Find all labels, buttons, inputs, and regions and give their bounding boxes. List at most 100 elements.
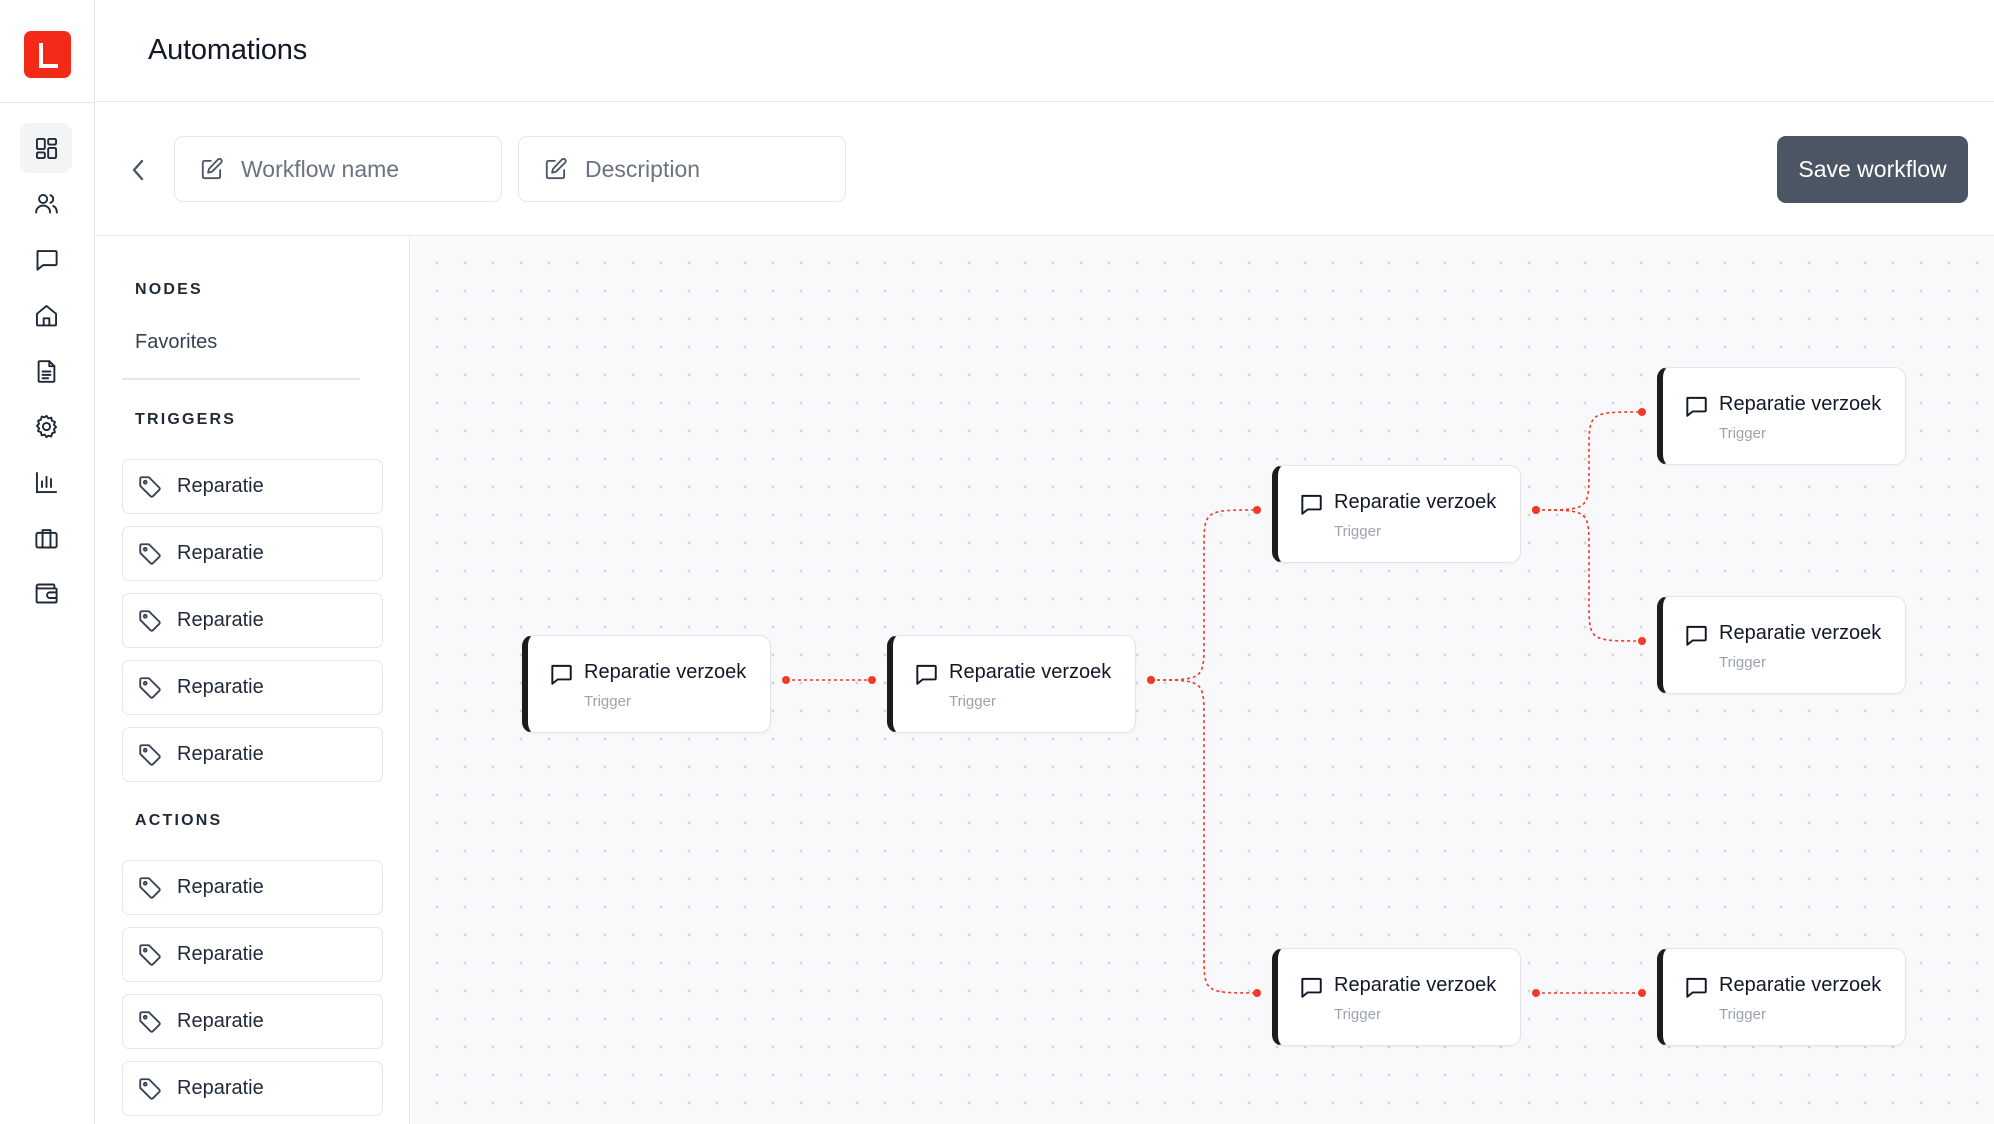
workflow-edge[interactable] xyxy=(1535,509,1643,642)
sidebar-item-users[interactable] xyxy=(20,178,72,228)
palette-item-label: Reparatie xyxy=(177,542,264,564)
workflow-node[interactable]: Reparatie verzoek Trigger xyxy=(887,635,1136,733)
wallet-icon xyxy=(35,583,58,603)
workflow-node[interactable]: Reparatie verzoek Trigger xyxy=(522,635,771,733)
trigger-item[interactable]: Reparatie xyxy=(122,459,383,514)
palette-item-label: Reparatie xyxy=(177,475,264,497)
sidebar-divider xyxy=(0,102,95,103)
chat-bubble-icon xyxy=(1301,977,1322,998)
sidebar-item-messages[interactable] xyxy=(20,234,72,284)
workflow-name-input[interactable] xyxy=(241,155,491,183)
workflow-node[interactable]: Reparatie verzoek Trigger xyxy=(1657,948,1906,1046)
edge-port-dot[interactable] xyxy=(1253,506,1261,514)
home-icon xyxy=(35,304,57,326)
node-subtitle: Trigger xyxy=(1334,1006,1381,1023)
node-subtitle: Trigger xyxy=(1719,1006,1766,1023)
edge-port-dot[interactable] xyxy=(868,676,876,684)
icon-sidebar xyxy=(0,0,95,1124)
description-field[interactable] xyxy=(518,136,846,202)
palette-item-label: Reparatie xyxy=(177,1077,264,1099)
chat-bubble-icon xyxy=(1686,396,1707,417)
nodes-section-title: NODES xyxy=(135,281,203,298)
bar-chart-icon xyxy=(35,471,57,493)
trigger-item[interactable]: Reparatie xyxy=(122,593,383,648)
edit-pencil-icon xyxy=(545,157,567,180)
workflow-node[interactable]: Reparatie verzoek Trigger xyxy=(1657,596,1906,694)
workflow-edge[interactable] xyxy=(1150,509,1258,681)
palette-item-label: Reparatie xyxy=(177,609,264,631)
action-item[interactable]: Reparatie xyxy=(122,994,383,1049)
palette-divider xyxy=(122,378,360,380)
favorites-link[interactable]: Favorites xyxy=(135,331,217,354)
gear-icon xyxy=(35,414,57,438)
edge-port-dot[interactable] xyxy=(1147,676,1155,684)
edge-port-dot[interactable] xyxy=(1638,989,1646,997)
workflow-node[interactable]: Reparatie verzoek Trigger xyxy=(1657,367,1906,465)
tag-icon xyxy=(139,676,161,699)
sidebar-item-jobs[interactable] xyxy=(20,513,72,563)
triggers-section-title: TRIGGERS xyxy=(135,411,237,428)
tag-icon xyxy=(139,542,161,565)
workflow-edge[interactable] xyxy=(1535,411,1643,511)
trigger-item[interactable]: Reparatie xyxy=(122,526,383,581)
actions-section-title: ACTIONS xyxy=(135,812,223,829)
document-icon xyxy=(37,359,55,383)
tag-icon xyxy=(139,609,161,632)
node-title: Reparatie verzoek xyxy=(1334,491,1497,513)
node-subtitle: Trigger xyxy=(1334,523,1381,540)
sidebar-item-documents[interactable] xyxy=(20,346,72,396)
back-button[interactable] xyxy=(126,155,150,185)
workflow-node[interactable]: Reparatie verzoek Trigger xyxy=(1272,948,1521,1046)
workflow-node[interactable]: Reparatie verzoek Trigger xyxy=(1272,465,1521,563)
edge-port-dot[interactable] xyxy=(1253,989,1261,997)
palette-item-label: Reparatie xyxy=(177,743,264,765)
sidebar-item-wallet[interactable] xyxy=(20,568,72,618)
node-title: Reparatie verzoek xyxy=(1719,622,1882,644)
edge-port-dot[interactable] xyxy=(782,676,790,684)
workflow-toolbar: Save workflow xyxy=(96,103,1994,236)
dashboard-grid-icon xyxy=(35,137,57,159)
palette-item-label: Reparatie xyxy=(177,1010,264,1032)
sidebar-item-settings[interactable] xyxy=(20,401,72,451)
action-item[interactable]: Reparatie xyxy=(122,927,383,982)
chat-bubble-icon xyxy=(1301,494,1322,515)
workflow-name-field[interactable] xyxy=(174,136,502,202)
node-title: Reparatie verzoek xyxy=(1334,974,1497,996)
node-palette: NODES Favorites TRIGGERS Reparatie Repara… xyxy=(96,237,410,1124)
edge-port-dot[interactable] xyxy=(1532,989,1540,997)
node-subtitle: Trigger xyxy=(584,693,631,710)
briefcase-icon xyxy=(34,528,58,548)
description-input[interactable] xyxy=(585,155,835,183)
tag-icon xyxy=(139,1077,161,1100)
workflow-canvas[interactable]: Reparatie verzoek Trigger Reparatie verzoe… xyxy=(411,237,1994,1124)
palette-item-label: Reparatie xyxy=(177,876,264,898)
edge-port-dot[interactable] xyxy=(1532,506,1540,514)
node-title: Reparatie verzoek xyxy=(1719,393,1882,415)
tag-icon xyxy=(139,876,161,899)
trigger-item[interactable]: Reparatie xyxy=(122,727,383,782)
sidebar-item-home[interactable] xyxy=(20,290,72,340)
edit-pencil-icon xyxy=(201,157,223,180)
edge-port-dot[interactable] xyxy=(1638,637,1646,645)
node-title: Reparatie verzoek xyxy=(584,661,747,683)
sidebar-item-reports[interactable] xyxy=(20,457,72,507)
chevron-left-icon xyxy=(132,159,144,181)
palette-item-label: Reparatie xyxy=(177,943,264,965)
page-title: Automations xyxy=(148,34,307,66)
trigger-item[interactable]: Reparatie xyxy=(122,660,383,715)
save-workflow-button[interactable]: Save workflow xyxy=(1777,136,1968,203)
tag-icon xyxy=(139,943,161,966)
tag-icon xyxy=(139,1010,161,1033)
workflow-edge[interactable] xyxy=(1150,679,1258,994)
node-title: Reparatie verzoek xyxy=(1719,974,1882,996)
sidebar-item-dashboard[interactable] xyxy=(20,123,72,173)
logo-l-icon[interactable] xyxy=(24,31,71,78)
chat-bubble-icon xyxy=(1686,977,1707,998)
automations-app: Automations Save workflow NODES Fa xyxy=(0,0,1994,1124)
action-item[interactable]: Reparatie xyxy=(122,1061,383,1116)
node-title: Reparatie verzoek xyxy=(949,661,1112,683)
node-subtitle: Trigger xyxy=(1719,654,1766,671)
edge-port-dot[interactable] xyxy=(1638,408,1646,416)
node-subtitle: Trigger xyxy=(1719,425,1766,442)
action-item[interactable]: Reparatie xyxy=(122,860,383,915)
